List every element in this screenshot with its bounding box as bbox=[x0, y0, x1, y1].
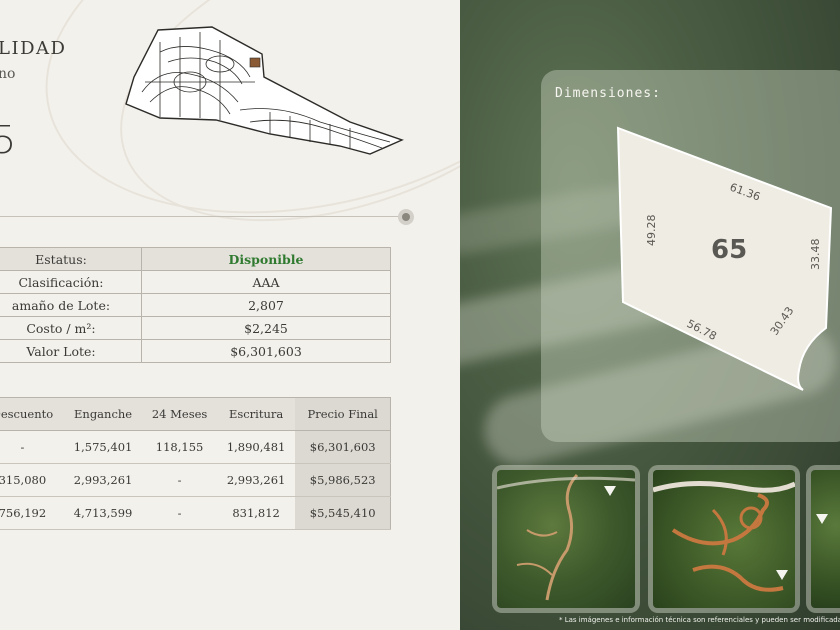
lot-value-value: $6,301,603 bbox=[141, 339, 391, 363]
table-row: Valor Lote: $6,301,603 bbox=[0, 339, 391, 363]
table-cell: 315,080 bbox=[0, 463, 64, 497]
header-escritura: Escritura bbox=[216, 397, 296, 431]
table-cell: - bbox=[142, 463, 217, 497]
development-title: LIDAD bbox=[0, 38, 67, 59]
table-row: Clasificación: AAA bbox=[0, 270, 391, 294]
table-cell: - bbox=[142, 496, 217, 530]
expand-icon[interactable] bbox=[604, 481, 616, 496]
expand-icon[interactable] bbox=[816, 509, 828, 524]
slider-handle-icon[interactable] bbox=[398, 209, 414, 225]
aerial-photo-2 bbox=[653, 481, 795, 592]
disclaimer-footnote: * Las imágenes e información técnica son… bbox=[559, 616, 840, 624]
lot-value-label: Valor Lote: bbox=[0, 339, 142, 363]
table-cell: 1,575,401 bbox=[63, 430, 143, 464]
final-price-cell: $6,301,603 bbox=[295, 430, 391, 464]
lot-shape-number: 65 bbox=[711, 235, 747, 265]
header-enganche: Enganche bbox=[63, 397, 143, 431]
aerial-thumbnail-1[interactable] bbox=[492, 465, 640, 613]
side-length-right: 33.48 bbox=[809, 239, 822, 271]
classification-value: AAA bbox=[141, 270, 391, 294]
table-row: - 1,575,401 118,155 1,890,481 $6,301,603 bbox=[0, 430, 391, 464]
table-cell: 4,713,599 bbox=[63, 496, 143, 530]
table-header-row: Descuento Enganche 24 Meses Escritura Pr… bbox=[0, 397, 391, 431]
header-24-meses: 24 Meses bbox=[142, 397, 217, 431]
aerial-view-panel: Dimensiones: 65 61.36 33.48 30.43 56.78 … bbox=[460, 0, 840, 630]
lot-size-value: 2,807 bbox=[141, 293, 391, 317]
table-cell: 118,155 bbox=[142, 430, 217, 464]
side-length-left: 49.28 bbox=[645, 215, 658, 247]
slider-track[interactable] bbox=[0, 216, 400, 217]
lot-info-table: Estatus: Disponible Clasificación: AAA a… bbox=[0, 247, 391, 363]
table-row: 315,080 2,993,261 - 2,993,261 $5,986,523 bbox=[0, 463, 391, 497]
table-row: 756,192 4,713,599 - 831,812 $5,545,410 bbox=[0, 496, 391, 530]
table-cell: - bbox=[0, 430, 64, 464]
payment-plans-table: Descuento Enganche 24 Meses Escritura Pr… bbox=[0, 397, 391, 530]
table-row: Estatus: Disponible bbox=[0, 247, 391, 271]
table-row: Costo / m²: $2,245 bbox=[0, 316, 391, 340]
lot-detail-panel: LIDAD no 5 Estatus: Disponible Clasifica… bbox=[0, 0, 460, 630]
table-row: amaño de Lote: 2,807 bbox=[0, 293, 391, 317]
table-cell: 2,993,261 bbox=[216, 463, 296, 497]
cost-per-m2-label: Costo / m²: bbox=[0, 316, 142, 340]
aerial-thumbnail-2[interactable] bbox=[648, 465, 800, 613]
classification-label: Clasificación: bbox=[0, 270, 142, 294]
aerial-thumbnail-3[interactable] bbox=[806, 465, 840, 613]
cost-per-m2-value: $2,245 bbox=[141, 316, 391, 340]
header-descuento: Descuento bbox=[0, 397, 64, 431]
lot-size-label: amaño de Lote: bbox=[0, 293, 142, 317]
status-value: Disponible bbox=[141, 247, 391, 271]
lot-number: 5 bbox=[0, 118, 17, 162]
lot-shape-diagram: 65 61.36 33.48 30.43 56.78 49.28 bbox=[616, 126, 833, 391]
dimensions-card: Dimensiones: 65 61.36 33.48 30.43 56.78 … bbox=[541, 70, 840, 442]
table-cell: 2,993,261 bbox=[63, 463, 143, 497]
table-cell: 756,192 bbox=[0, 496, 64, 530]
final-price-cell: $5,986,523 bbox=[295, 463, 391, 497]
header-precio-final: Precio Final bbox=[295, 397, 391, 431]
status-label: Estatus: bbox=[0, 247, 142, 271]
table-cell: 1,890,481 bbox=[216, 430, 296, 464]
selected-lot-marker bbox=[249, 57, 261, 68]
site-map-thumbnail[interactable] bbox=[120, 22, 405, 162]
expand-icon[interactable] bbox=[776, 565, 788, 580]
final-price-cell: $5,545,410 bbox=[295, 496, 391, 530]
table-cell: 831,812 bbox=[216, 496, 296, 530]
development-subtitle: no bbox=[0, 66, 16, 82]
